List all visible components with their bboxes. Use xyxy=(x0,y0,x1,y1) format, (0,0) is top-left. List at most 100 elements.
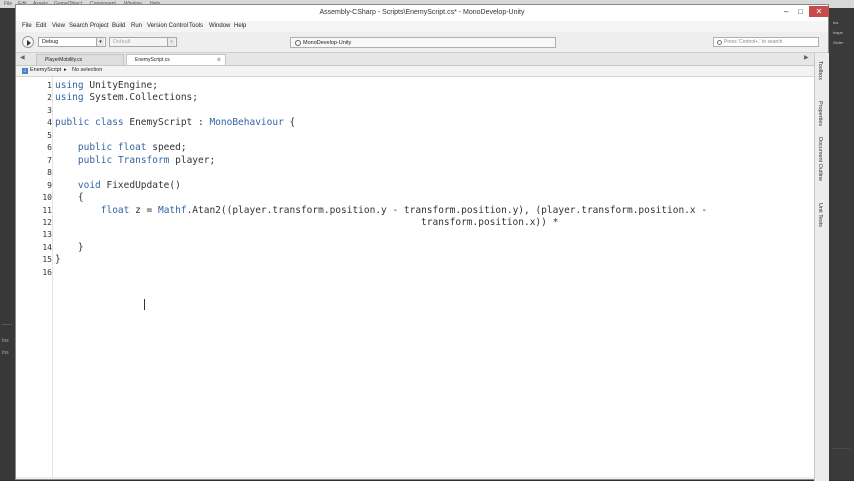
maximize-button[interactable]: □ xyxy=(798,7,803,16)
line-number: 15 xyxy=(42,255,52,265)
chevron-down-icon: ▾ xyxy=(167,38,175,46)
tab-enemyscript[interactable]: EnemyScript.cs ⊗ xyxy=(126,54,226,65)
code-line[interactable]: using System.Collections; xyxy=(55,92,198,103)
code-line[interactable]: public class EnemyScript : MonoBehaviour… xyxy=(55,117,295,128)
line-number: 3 xyxy=(47,105,52,115)
line-number: 11 xyxy=(42,205,52,215)
status-text: MonoDevelop-Unity xyxy=(303,40,352,46)
code-line[interactable]: } xyxy=(55,242,84,253)
code-keyword: MonoBehaviour xyxy=(209,117,284,129)
line-number-gutter: 1 2 3 4 5 6 7 8 9 10 11 12 13 14 15 16 xyxy=(16,77,53,477)
code-keyword: using xyxy=(55,92,84,104)
line-number: 6 xyxy=(47,143,52,153)
line-number: 2 xyxy=(47,93,52,103)
pad-tab[interactable]: Properties xyxy=(817,101,823,126)
code-text: transform.position.x)) * xyxy=(55,216,559,228)
line-number: 9 xyxy=(47,180,52,190)
path-bar: C EnemyScript ▸ No selection xyxy=(16,66,814,77)
code-text: FixedUpdate() xyxy=(100,179,181,191)
code-keyword: public float xyxy=(55,142,147,154)
document-tabs: ◀ PlayerMobility.cs EnemyScript.cs ⊗ ▶ xyxy=(16,53,814,66)
code-text: } xyxy=(55,254,61,266)
code-keyword: using xyxy=(55,80,84,91)
code-text: { xyxy=(283,117,296,129)
text-caret xyxy=(144,299,145,310)
code-text: { xyxy=(55,192,84,204)
menu-item[interactable]: Help xyxy=(234,23,246,29)
panel-divider xyxy=(2,324,12,325)
code-line[interactable]: public float speed; xyxy=(55,142,187,153)
code-line[interactable]: transform.position.x)) * xyxy=(55,217,558,228)
pad-tab[interactable]: Unit Tests xyxy=(817,203,823,227)
menu-item[interactable]: File xyxy=(22,23,32,29)
tab-label: PlayerMobility.cs xyxy=(45,57,83,63)
window-title: Assembly-CSharp - Scripts\EnemyScript.cs… xyxy=(319,9,525,16)
close-button[interactable]: ✕ xyxy=(809,6,829,17)
code-keyword: public xyxy=(55,154,113,166)
menu-item[interactable]: View xyxy=(52,23,65,29)
code-line[interactable]: void FixedUpdate() xyxy=(55,180,181,191)
menu-item[interactable]: Edit xyxy=(36,23,46,29)
code-text: speed; xyxy=(146,142,187,154)
toolbar: Debug ▾ Default ▾ MonoDevelop-Unity Pres… xyxy=(16,32,828,53)
pad-tab[interactable]: Document Outline xyxy=(817,137,823,181)
right-dock-label: Ins xyxy=(833,20,839,25)
configuration-select[interactable]: Debug ▾ xyxy=(38,37,106,47)
platform-select[interactable]: Default ▾ xyxy=(109,37,177,47)
code-text: } xyxy=(55,241,84,253)
code-text: player; xyxy=(169,154,216,166)
menu-item[interactable]: Version Control xyxy=(147,23,188,29)
right-pads: Toolbox Properties Document Outline Unit Te… xyxy=(814,53,829,481)
search-placeholder: Press 'Control+,' to search xyxy=(724,39,783,45)
menu-item[interactable]: Build xyxy=(112,23,125,29)
chevron-down-icon: ▾ xyxy=(96,38,104,46)
left-dock-label: Ins xyxy=(2,350,9,356)
code-keyword: Transform xyxy=(117,154,170,166)
minimize-button[interactable]: – xyxy=(784,7,788,16)
code-editor[interactable]: 1 2 3 4 5 6 7 8 9 10 11 12 13 14 15 16 using UnityEngin… xyxy=(16,77,814,477)
line-number: 8 xyxy=(47,168,52,178)
menu-item[interactable]: Tools xyxy=(189,23,203,29)
line-number: 14 xyxy=(42,242,52,252)
tab-label: EnemyScript.cs xyxy=(135,57,170,63)
search-icon xyxy=(717,40,722,45)
code-text: UnityEngine; xyxy=(83,80,158,91)
code-line[interactable]: } xyxy=(55,254,61,265)
left-dock-label: Ins xyxy=(2,338,9,344)
path-class[interactable]: EnemyScript xyxy=(30,67,61,73)
menu-item[interactable]: Project xyxy=(90,23,109,29)
line-number: 16 xyxy=(42,267,52,277)
menu-item[interactable]: Search xyxy=(69,23,88,29)
path-member[interactable]: No selection xyxy=(72,67,102,73)
code-keyword: float xyxy=(55,204,130,216)
unity-menu-item[interactable]: File xyxy=(4,1,12,7)
code-text: EnemyScript : xyxy=(123,117,210,129)
monodevelop-window: Assembly-CSharp - Scripts\EnemyScript.cs… xyxy=(15,4,829,481)
code-keyword: void xyxy=(55,179,101,191)
tab-playermobility[interactable]: PlayerMobility.cs xyxy=(36,54,124,65)
code-line[interactable]: public Transform player; xyxy=(55,155,215,166)
tab-close-icon[interactable]: ⊗ xyxy=(217,55,221,66)
line-number: 10 xyxy=(42,193,52,203)
tab-scroll-right-icon[interactable]: ▶ xyxy=(804,54,809,61)
status-area: MonoDevelop-Unity xyxy=(290,37,556,48)
code-line[interactable]: float z = Mathf.Atan2((player.transform.… xyxy=(55,205,707,216)
code-line[interactable]: using UnityEngine; xyxy=(55,80,158,91)
monodevelop-icon xyxy=(295,40,301,46)
right-dock-label: Inspe xyxy=(833,30,843,35)
line-number: 1 xyxy=(47,81,52,90)
code-line[interactable]: { xyxy=(55,192,84,203)
search-input[interactable]: Press 'Control+,' to search xyxy=(713,37,819,47)
platform-value: Default xyxy=(113,39,131,45)
path-separator-icon: ▸ xyxy=(64,67,67,73)
code-text: .Atan2((player.transform.position.y - tr… xyxy=(186,204,708,216)
menu-item[interactable]: Window xyxy=(209,23,230,29)
code-keyword: Mathf xyxy=(157,204,187,216)
unity-right-panel: Ins Inspe Order xyxy=(829,8,854,480)
line-number: 13 xyxy=(42,230,52,240)
panel-divider xyxy=(832,448,850,449)
pad-tab[interactable]: Toolbox xyxy=(817,61,823,80)
run-button[interactable] xyxy=(22,36,34,48)
menu-item[interactable]: Run xyxy=(131,23,142,29)
tab-scroll-left-icon[interactable]: ◀ xyxy=(20,54,25,61)
